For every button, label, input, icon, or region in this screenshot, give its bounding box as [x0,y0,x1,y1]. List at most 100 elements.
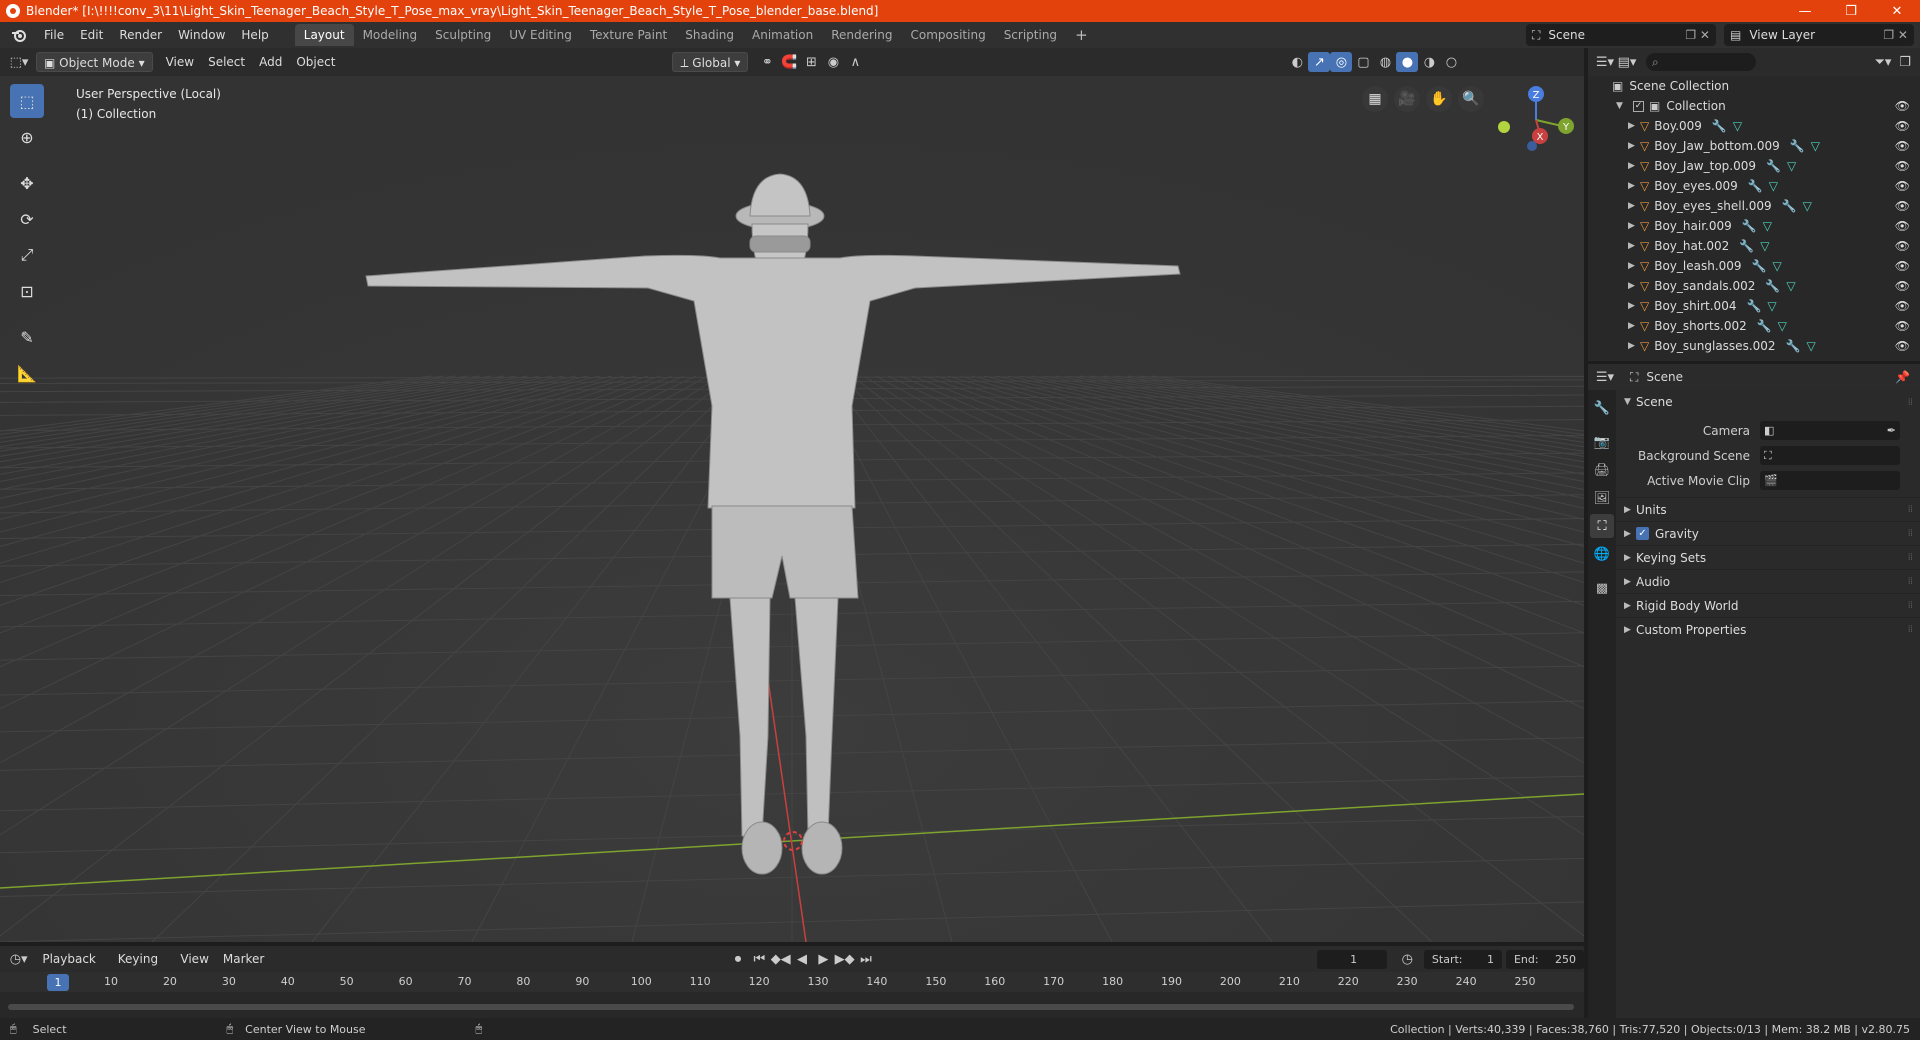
modifier-icon[interactable]: 🔧 [1765,279,1780,293]
texture-properties-tab-icon[interactable]: ▩ [1590,576,1614,600]
active-movie-clip-field[interactable]: 🎬 [1760,471,1900,490]
toggle-ortho-icon[interactable]: ▦ [1362,86,1388,112]
viewport-menu-object[interactable]: Object [289,52,342,72]
visibility-eye-icon[interactable]: 👁 [1895,239,1910,253]
scale-tool-icon[interactable]: ⤢ [10,238,44,272]
modifier-icon[interactable]: 🔧 [1782,199,1797,213]
properties-editor-type-icon[interactable]: ☰▾ [1594,367,1616,387]
play-reverse-icon[interactable]: ◀ [791,949,812,969]
camera-view-icon[interactable]: 🎥 [1394,86,1420,112]
expand-collection-icon[interactable]: ▼ [1616,101,1628,111]
scene-panel-header[interactable]: ▼ Scene ⁞⁞ [1616,390,1920,414]
expand-object-icon[interactable]: ▶ [1628,301,1640,311]
mesh-data-icon[interactable]: ▽ [1733,119,1742,133]
expand-object-icon[interactable]: ▶ [1628,341,1640,351]
editor-type-icon[interactable]: ⬚▾ [8,52,30,72]
visibility-icon[interactable]: ◐ [1286,52,1308,72]
expand-object-icon[interactable]: ▶ [1628,181,1640,191]
new-view-layer-icon[interactable]: ❐ ✕ [1883,28,1908,42]
outliner-item[interactable]: ▶ ▽ Boy_leash.009 🔧 ▽ 👁 [1588,256,1920,276]
start-frame-field[interactable]: Start: 1 [1423,949,1502,969]
visibility-eye-icon[interactable]: 👁 [1895,219,1910,233]
rigid-body-drag-icon[interactable]: ⁞⁞ [1908,600,1913,611]
mesh-data-icon[interactable]: ▽ [1787,159,1796,173]
snap-icon[interactable]: 🧲 [778,52,800,72]
tab-compositing[interactable]: Compositing [901,24,994,46]
outliner-item[interactable]: ▶ ▽ Boy_shorts.002 🔧 ▽ 👁 [1588,316,1920,336]
expand-object-icon[interactable]: ▶ [1628,221,1640,231]
transform-orientation-dropdown[interactable]: ⟂ Global ▾ [672,52,749,72]
view-layer-selector[interactable]: ▤ View Layer ❐ ✕ [1724,24,1914,46]
gravity-panel[interactable]: ▶ ✓ Gravity ⁞⁞ [1616,521,1920,545]
solid-shading-icon[interactable]: ● [1396,52,1419,72]
move-tool-icon[interactable]: ✥ [10,166,44,200]
pan-view-icon[interactable]: ✋ [1426,86,1452,112]
expand-object-icon[interactable]: ▶ [1628,161,1640,171]
tool-properties-tab-icon[interactable]: 🔧 [1590,396,1614,420]
tab-scripting[interactable]: Scripting [995,24,1066,46]
rotate-tool-icon[interactable]: ⟳ [10,202,44,236]
viewport-menu-view[interactable]: View [159,52,201,72]
collection-visibility-icon[interactable]: 👁 [1895,99,1910,113]
menu-window[interactable]: Window [170,24,233,46]
new-scene-icon[interactable]: ❐ ✕ [1685,28,1710,42]
restore-button[interactable]: ❐ [1828,0,1874,22]
timeline-menu-playback[interactable]: Playback ▾ [35,949,110,986]
blender-logo-icon[interactable] [10,26,28,44]
minimize-button[interactable]: — [1782,0,1828,22]
timeline-menu-marker[interactable]: Marker [216,949,271,969]
visibility-eye-icon[interactable]: 👁 [1895,159,1910,173]
zoom-view-icon[interactable]: 🔍 [1458,86,1484,112]
close-button[interactable]: ✕ [1874,0,1920,22]
outliner-item[interactable]: ▶ ▽ Boy_sandals.002 🔧 ▽ 👁 [1588,276,1920,296]
collection-checkbox[interactable]: ✓ [1633,100,1644,112]
select-box-tool-icon[interactable]: ⬚ [10,84,44,118]
expand-object-icon[interactable]: ▶ [1628,281,1640,291]
jump-end-icon[interactable]: ⏭ [855,949,876,969]
visibility-eye-icon[interactable]: 👁 [1895,319,1910,333]
outliner-search-input[interactable]: ⌕ [1646,53,1756,71]
expand-object-icon[interactable]: ▶ [1628,241,1640,251]
current-frame-marker[interactable]: 1 [47,974,69,991]
material-shading-icon[interactable]: ◑ [1418,52,1440,72]
timeline-editor-type-icon[interactable]: ◷▾ [8,949,29,969]
output-properties-tab-icon[interactable]: 🖨 [1590,458,1614,482]
mesh-data-icon[interactable]: ▽ [1763,219,1772,233]
eyedropper-icon[interactable]: ✒ [1887,424,1896,437]
visibility-eye-icon[interactable]: 👁 [1895,179,1910,193]
current-frame-field[interactable]: 1 [1316,949,1387,969]
visibility-eye-icon[interactable]: 👁 [1895,199,1910,213]
view-layer-properties-tab-icon[interactable]: 🖼 [1590,486,1614,510]
next-keyframe-icon[interactable]: ▶◆ [834,949,855,969]
mesh-data-icon[interactable]: ▽ [1767,299,1776,313]
outliner-item[interactable]: ▶ ▽ Boy_eyes.009 🔧 ▽ 👁 [1588,176,1920,196]
outliner-item[interactable]: ▶ ▽ Boy.009 🔧 ▽ 👁 [1588,116,1920,136]
modifier-icon[interactable]: 🔧 [1746,299,1761,313]
cursor-tool-icon[interactable]: ⊕ [10,120,44,154]
mesh-data-icon[interactable]: ▽ [1778,319,1787,333]
expand-object-icon[interactable]: ▶ [1628,141,1640,151]
outliner-item[interactable]: ▶ ▽ Boy_shirt.004 🔧 ▽ 👁 [1588,296,1920,316]
visibility-eye-icon[interactable]: 👁 [1895,139,1910,153]
mesh-data-icon[interactable]: ▽ [1786,279,1795,293]
audio-drag-icon[interactable]: ⁞⁞ [1908,576,1913,587]
mode-dropdown[interactable]: ▣ Object Mode ▾ [36,52,153,72]
mesh-data-icon[interactable]: ▽ [1769,179,1778,193]
timeline-menu-view[interactable]: View [173,949,215,969]
tab-layout[interactable]: Layout [294,24,354,46]
keying-sets-panel[interactable]: ▶ Keying Sets ⁞⁞ [1616,545,1920,569]
camera-field[interactable]: ◧ ✒ [1760,421,1900,440]
wireframe-shading-icon[interactable]: ◍ [1374,52,1396,72]
expand-object-icon[interactable]: ▶ [1628,261,1640,271]
gravity-drag-icon[interactable]: ⁞⁞ [1908,528,1913,539]
viewport-menu-select[interactable]: Select [201,52,252,72]
add-workspace-button[interactable]: + [1066,24,1097,46]
outliner-display-mode-icon[interactable]: ▤▾ [1616,52,1638,72]
tab-shading[interactable]: Shading [676,24,743,46]
scene-properties-tab-icon[interactable]: ⛶ [1590,514,1614,538]
rigid-body-world-panel[interactable]: ▶ Rigid Body World ⁞⁞ [1616,593,1920,617]
drag-handle-icon[interactable]: ⁞⁞ [1908,397,1913,408]
proportional-edit-icon[interactable]: ◉ [822,52,844,72]
menu-help[interactable]: Help [233,24,276,46]
timeline-scrollbar[interactable] [8,1004,1574,1010]
